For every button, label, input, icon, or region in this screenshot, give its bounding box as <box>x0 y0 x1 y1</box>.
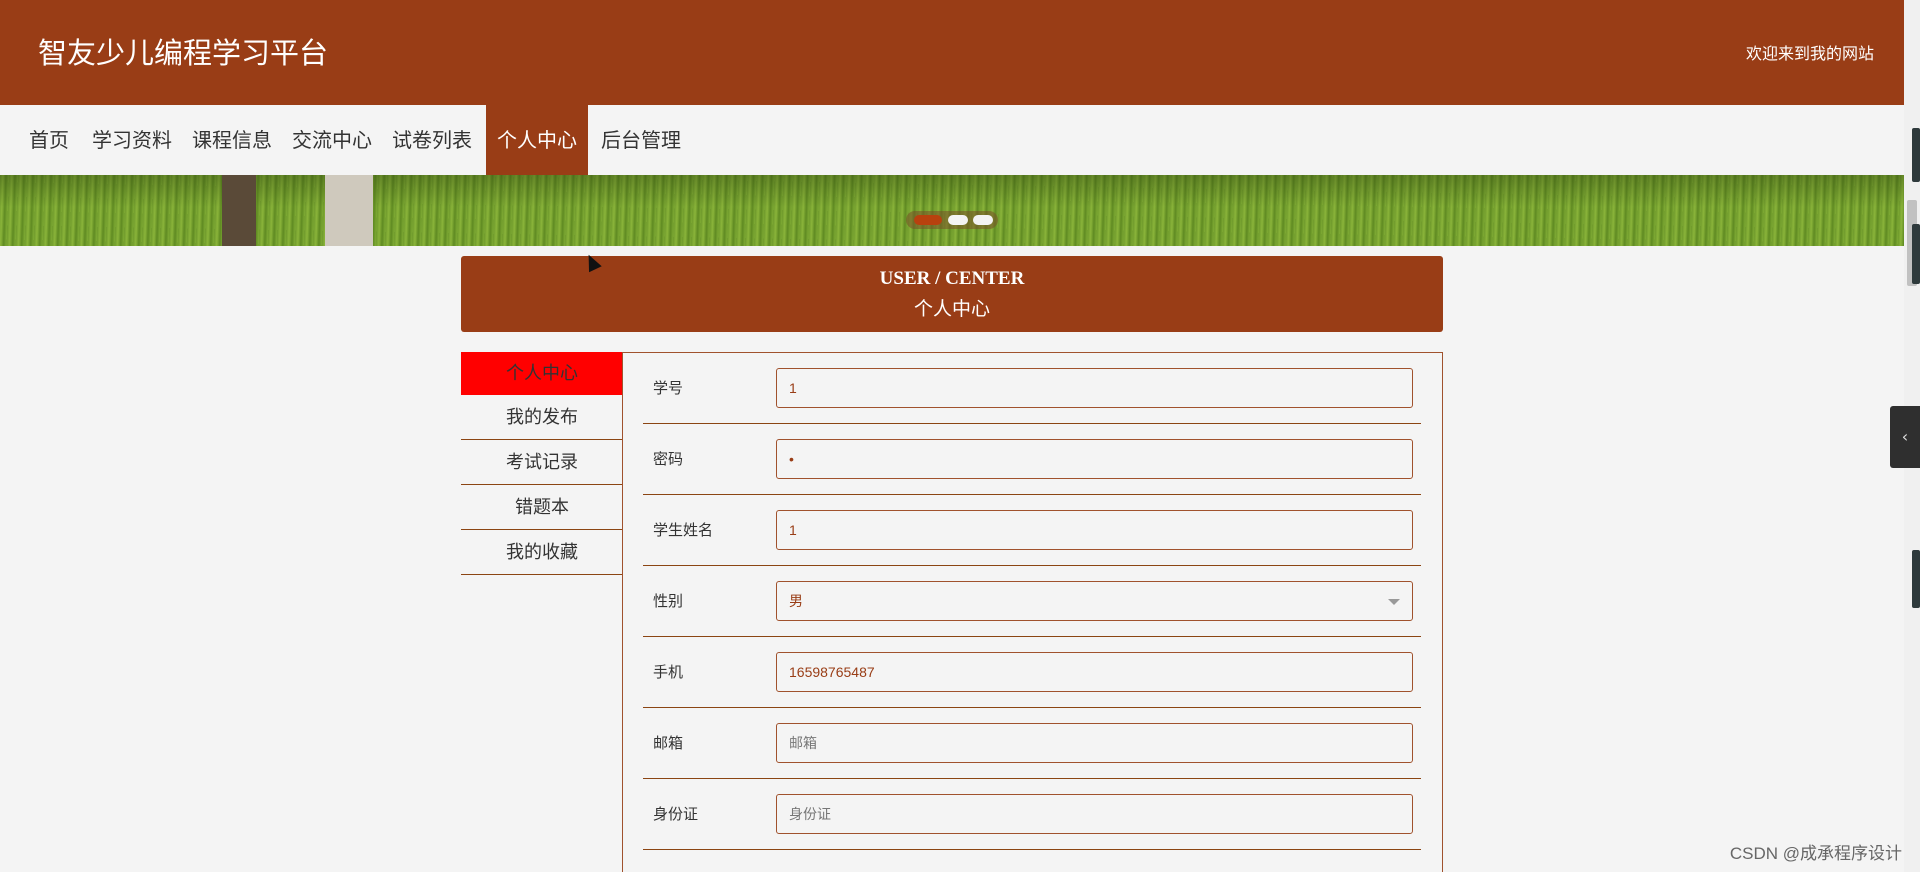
sidebar-item-my-posts[interactable]: 我的发布 <box>461 395 623 440</box>
student-id-label: 学号 <box>653 379 684 397</box>
password-label: 密码 <box>653 450 684 468</box>
user-center-title-cn: 个人中心 <box>913 299 990 320</box>
banner-tree-trunk <box>222 175 256 246</box>
edge-widget[interactable] <box>1912 224 1920 284</box>
nav-item-course-info[interactable]: 课程信息 <box>182 105 282 175</box>
form-row-id-card: 身份证 身份证 <box>643 779 1421 850</box>
form-row-student-name: 学生姓名 1 <box>643 495 1421 566</box>
sidebar-item-exam-records[interactable]: 考试记录 <box>461 440 623 485</box>
id-card-input[interactable]: 身份证 <box>776 794 1413 834</box>
gender-select-value: 男 <box>789 593 803 609</box>
student-name-label: 学生姓名 <box>653 521 714 539</box>
form-row-password: 密码 • <box>643 424 1421 495</box>
edge-widget[interactable] <box>1912 550 1920 608</box>
main-nav: 首页 学习资料 课程信息 交流中心 试卷列表 个人中心 后台管理 <box>0 105 1904 175</box>
nav-item-study-materials[interactable]: 学习资料 <box>82 105 182 175</box>
site-title[interactable]: 智友少儿编程学习平台 <box>38 30 328 72</box>
form-row-student-id: 学号 1 <box>643 353 1421 424</box>
password-input[interactable]: • <box>776 439 1413 479</box>
sidebar-item-wrong-questions[interactable]: 错题本 <box>461 485 623 530</box>
gender-label: 性别 <box>653 592 684 610</box>
carousel-dot-1[interactable] <box>914 215 942 225</box>
edge-widget[interactable] <box>1912 128 1920 182</box>
site-header: 智友少儿编程学习平台 欢迎来到我的网站 <box>0 0 1904 105</box>
user-center-title-en: USER / CENTER <box>879 268 1025 289</box>
nav-item-forum[interactable]: 交流中心 <box>282 105 382 175</box>
chevron-left-icon[interactable]: ‹ <box>1890 406 1920 468</box>
nav-item-admin[interactable]: 后台管理 <box>591 105 691 175</box>
watermark: CSDN @成承程序设计 <box>1729 844 1902 863</box>
student-id-input[interactable]: 1 <box>776 368 1413 408</box>
carousel-dot-3[interactable] <box>973 215 993 225</box>
email-input[interactable]: 邮箱 <box>776 723 1413 763</box>
nav-item-home[interactable]: 首页 <box>19 105 79 175</box>
banner-tree-trunk <box>325 175 373 246</box>
nav-item-exam-list[interactable]: 试卷列表 <box>382 105 482 175</box>
welcome-text: 欢迎来到我的网站 <box>1745 44 1874 63</box>
nav-item-user-center[interactable]: 个人中心 <box>486 105 588 175</box>
sidebar-item-user-center[interactable]: 个人中心 <box>461 352 623 395</box>
user-center-header: USER / CENTER 个人中心 <box>461 256 1443 332</box>
email-label: 邮箱 <box>653 734 684 752</box>
user-sidebar: 个人中心 我的发布 考试记录 错题本 我的收藏 <box>461 352 623 575</box>
phone-input[interactable]: 16598765487 <box>776 652 1413 692</box>
chevron-down-icon <box>1388 599 1400 605</box>
phone-label: 手机 <box>653 663 684 681</box>
form-row-email: 邮箱 邮箱 <box>643 708 1421 779</box>
student-name-input[interactable]: 1 <box>776 510 1413 550</box>
id-card-label: 身份证 <box>653 805 699 823</box>
form-row-phone: 手机 16598765487 <box>643 637 1421 708</box>
sidebar-item-my-favorites[interactable]: 我的收藏 <box>461 530 623 575</box>
carousel-dot-2[interactable] <box>948 215 968 225</box>
profile-form: 学号 1 密码 • 学生姓名 1 性别 男 手机 16598765487 邮箱 … <box>622 352 1443 872</box>
form-row-gender: 性别 男 <box>643 566 1421 637</box>
gender-select[interactable]: 男 <box>776 581 1413 621</box>
carousel-indicators <box>906 211 998 229</box>
